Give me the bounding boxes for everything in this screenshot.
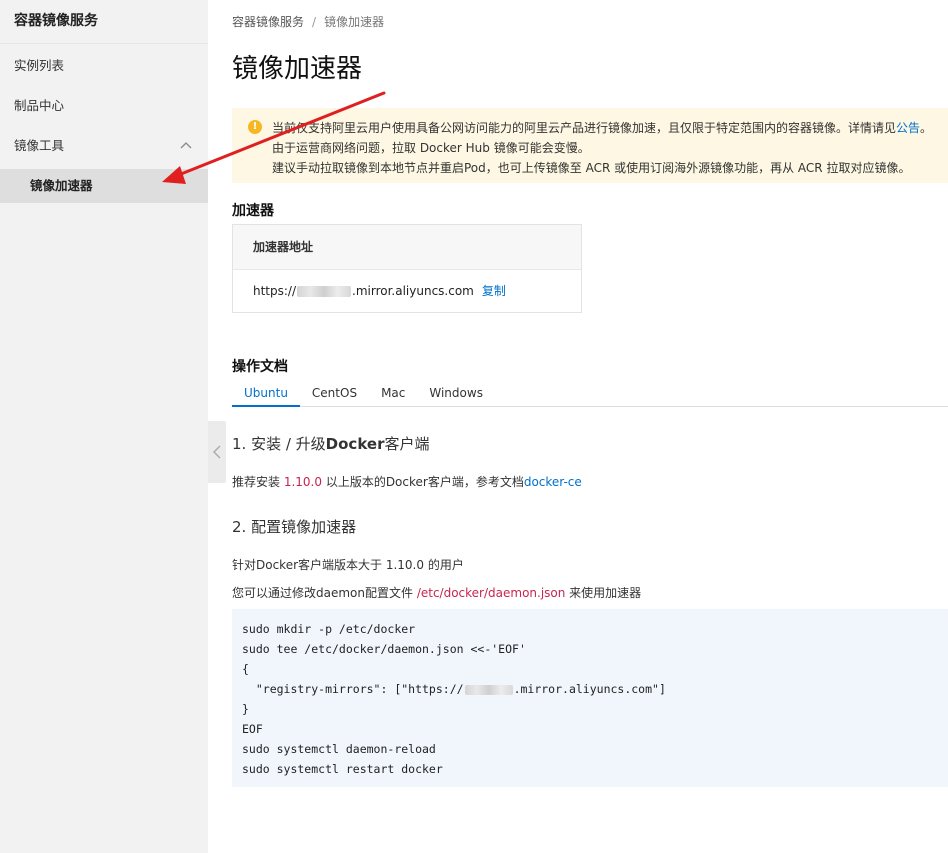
code-line: sudo systemctl restart docker — [242, 762, 443, 776]
accelerator-column-header: 加速器地址 — [233, 225, 581, 270]
breadcrumb: 容器镜像服务 / 镜像加速器 — [232, 13, 384, 30]
sidebar-subitem-mirror-accelerator[interactable]: 镜像加速器 — [0, 169, 208, 203]
tab-ubuntu[interactable]: Ubuntu — [232, 380, 300, 407]
sidebar-item-image-tools[interactable]: 镜像工具 — [0, 126, 208, 166]
code-block[interactable]: sudo mkdir -p /etc/docker sudo tee /etc/… — [232, 609, 948, 787]
notice-line-3: 建议手动拉取镜像到本地节点并重启Pod，也可上传镜像至 ACR 或使用订阅海外源… — [272, 161, 911, 175]
sidebar: 容器镜像服务 实例列表 制品中心 镜像工具 镜像加速器 — [0, 0, 208, 853]
code-line: sudo systemctl daemon-reload — [242, 742, 436, 756]
step2-line-2: 您可以通过修改daemon配置文件 /etc/docker/daemon.jso… — [232, 586, 642, 600]
tab-centos[interactable]: CentOS — [300, 380, 369, 407]
redacted-id — [464, 684, 513, 695]
sidebar-item-label: 实例列表 — [14, 58, 65, 73]
page-title: 镜像加速器 — [232, 54, 363, 84]
code-line: sudo tee /etc/docker/daemon.json <<-'EOF… — [242, 642, 526, 656]
accelerator-url-suffix: .mirror.aliyuncs.com — [352, 284, 474, 298]
config-path: /etc/docker/daemon.json — [416, 586, 566, 600]
code-line-mirror: "registry-mirrors": ["https://.mirror.al… — [242, 682, 666, 696]
warning-icon: ! — [248, 120, 262, 134]
chevron-left-icon — [213, 445, 221, 459]
code-line: { — [242, 662, 249, 676]
breadcrumb-separator: / — [312, 15, 317, 29]
sidebar-item-label: 制品中心 — [14, 98, 65, 113]
announcement-link[interactable]: 公告 — [896, 121, 920, 135]
notice-line-2: 由于运营商网络问题，拉取 Docker Hub 镜像可能会变慢。 — [272, 141, 590, 155]
step1-text: 推荐安装 1.10.0 以上版本的Docker客户端，参考文档docker-ce — [232, 475, 582, 489]
accelerator-url-row: https:// .mirror.aliyuncs.com 复制 — [233, 270, 581, 313]
os-tabs: Ubuntu CentOS Mac Windows — [232, 380, 948, 407]
breadcrumb-root[interactable]: 容器镜像服务 — [232, 15, 304, 29]
sidebar-item-instances[interactable]: 实例列表 — [0, 46, 208, 86]
copy-button[interactable]: 复制 — [482, 284, 506, 298]
sidebar-subitem-label: 镜像加速器 — [30, 178, 93, 193]
chevron-up-icon[interactable] — [180, 141, 192, 149]
sidebar-collapse-toggle[interactable] — [208, 421, 226, 483]
code-line: sudo mkdir -p /etc/docker — [242, 622, 416, 636]
sidebar-title: 容器镜像服务 — [0, 0, 208, 44]
step1-heading: 1. 安装 / 升级Docker客户端 — [232, 435, 430, 453]
version-number: 1.10.0 — [283, 475, 322, 489]
tab-windows[interactable]: Windows — [417, 380, 495, 407]
code-line: } — [242, 702, 249, 716]
accelerator-section-title: 加速器 — [232, 203, 274, 219]
docker-ce-link[interactable]: docker-ce — [524, 475, 582, 489]
sidebar-item-label: 镜像工具 — [14, 138, 65, 153]
redacted-id — [297, 286, 352, 297]
code-line: EOF — [242, 722, 263, 736]
accelerator-url-prefix: https:// — [253, 284, 297, 298]
sidebar-item-artifacts[interactable]: 制品中心 — [0, 86, 208, 126]
docs-section-title: 操作文档 — [232, 359, 288, 375]
notice-line-1: 当前仅支持阿里云用户使用具备公网访问能力的阿里云产品进行镜像加速，且仅限于特定范… — [272, 121, 933, 135]
breadcrumb-current: 镜像加速器 — [324, 15, 385, 29]
tab-mac[interactable]: Mac — [369, 380, 417, 407]
accelerator-table: 加速器地址 https:// .mirror.aliyuncs.com 复制 — [232, 224, 582, 313]
step2-line-1: 针对Docker客户端版本大于 1.10.0 的用户 — [232, 558, 464, 572]
notice-banner: ! 当前仅支持阿里云用户使用具备公网访问能力的阿里云产品进行镜像加速，且仅限于特… — [232, 108, 948, 183]
step2-heading: 2. 配置镜像加速器 — [232, 518, 357, 536]
